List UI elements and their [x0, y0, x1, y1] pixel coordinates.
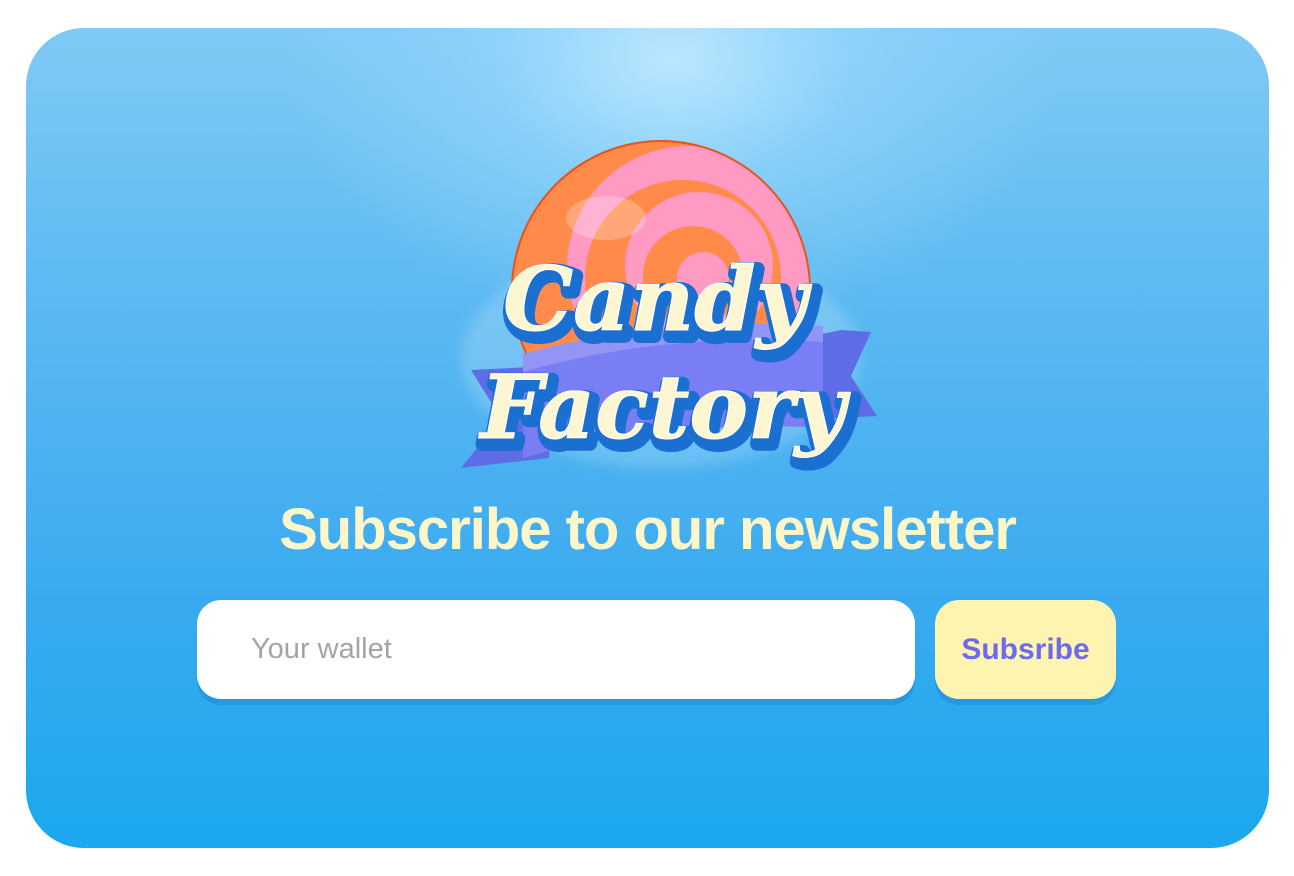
newsletter-card: Candy Candy Factory Factory Subscribe to… — [26, 28, 1269, 848]
candy-factory-logo: Candy Candy Factory Factory — [431, 128, 881, 488]
wallet-input-container[interactable] — [197, 600, 915, 699]
wallet-input[interactable] — [249, 632, 873, 667]
logo-text-line2: Factory — [477, 355, 851, 459]
subscribe-button[interactable]: Subsribe — [935, 600, 1116, 699]
lollipop-logo-graphic: Candy Candy Factory Factory — [461, 140, 877, 472]
logo-text-line1: Candy — [503, 247, 813, 351]
logo-text: Candy Candy Factory Factory — [474, 246, 862, 472]
newsletter-title: Subscribe to our newsletter — [279, 497, 1017, 562]
